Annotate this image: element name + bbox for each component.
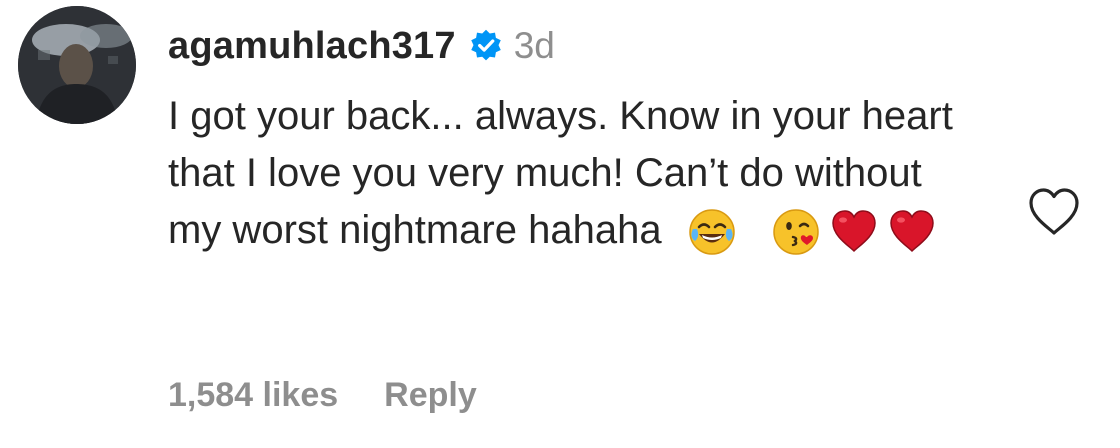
red-heart-emoji-icon	[829, 207, 879, 257]
heart-outline-icon[interactable]	[1026, 186, 1082, 238]
comment-body: I got your back... always. Know in your …	[168, 88, 968, 259]
verified-badge-icon	[468, 28, 504, 64]
likes-count[interactable]: 1,584 likes	[168, 376, 338, 415]
timestamp[interactable]: 3d	[514, 25, 555, 67]
reply-button[interactable]: Reply	[384, 376, 477, 415]
comment-content: agamuhlach317 3d I got your back... alwa…	[168, 10, 988, 259]
username[interactable]: agamuhlach317	[168, 25, 456, 68]
comment: agamuhlach317 3d I got your back... alwa…	[0, 0, 1120, 448]
avatar-photo	[18, 6, 136, 124]
comment-footer: 1,584 likes Reply	[168, 376, 477, 415]
red-heart-emoji-icon	[887, 207, 937, 257]
tears-of-joy-emoji-icon	[687, 207, 737, 257]
comment-header: agamuhlach317 3d	[168, 10, 988, 82]
emoji-group	[687, 207, 945, 257]
avatar[interactable]	[18, 6, 136, 124]
face-blowing-kiss-emoji-icon	[771, 207, 821, 257]
